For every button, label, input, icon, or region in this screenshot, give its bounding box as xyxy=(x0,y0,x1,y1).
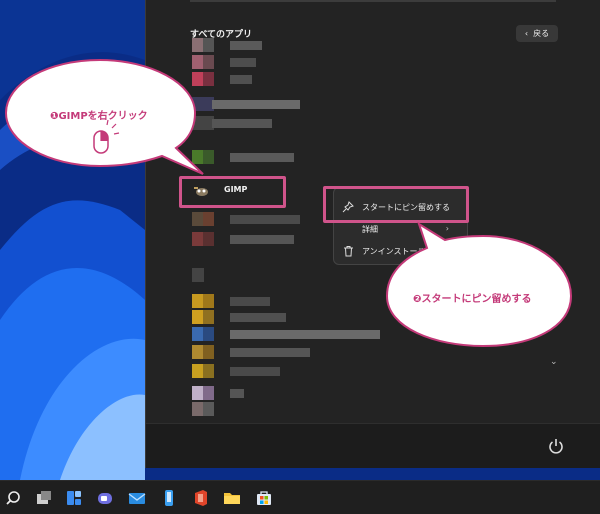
chevron-left-icon: ‹ xyxy=(524,29,529,38)
task-view-icon[interactable] xyxy=(35,489,53,507)
callout-step2: ❷スタートにピン留めする xyxy=(383,221,583,350)
taskbar xyxy=(0,480,600,514)
app-icon xyxy=(192,327,214,341)
callout-step1-text: ❶GIMPを右クリック xyxy=(50,111,148,122)
app-icon xyxy=(192,310,214,324)
app-label xyxy=(230,215,300,224)
phone-link-icon[interactable] xyxy=(160,489,178,507)
app-label xyxy=(230,153,294,162)
chevron-down-icon[interactable]: ⌄ xyxy=(550,357,558,367)
app-icon xyxy=(192,345,214,359)
app-label xyxy=(230,58,256,67)
app-label xyxy=(230,313,286,322)
app-label xyxy=(230,41,262,50)
callout-step1: ❶GIMPを右クリック xyxy=(0,58,210,178)
list-item[interactable] xyxy=(192,294,302,310)
list-item[interactable] xyxy=(192,232,302,248)
app-icon xyxy=(192,294,214,308)
widgets-icon[interactable] xyxy=(65,489,83,507)
start-menu-footer xyxy=(146,423,600,468)
app-icon xyxy=(192,232,214,246)
teams-icon[interactable] xyxy=(96,489,114,507)
list-item[interactable] xyxy=(192,310,302,326)
list-item[interactable] xyxy=(192,268,212,284)
divider xyxy=(190,0,556,2)
mail-icon[interactable] xyxy=(128,489,146,507)
list-item[interactable] xyxy=(192,327,392,343)
app-icon xyxy=(192,364,214,378)
list-item[interactable] xyxy=(192,364,302,380)
pin-highlight-box xyxy=(323,186,469,223)
gimp-highlight-box xyxy=(179,176,286,208)
app-label xyxy=(230,348,310,357)
menu-item-label: 詳細 xyxy=(362,224,378,234)
app-label xyxy=(212,119,272,128)
app-icon xyxy=(192,386,214,400)
list-item[interactable] xyxy=(192,38,272,54)
list-item[interactable] xyxy=(192,386,302,402)
store-icon[interactable] xyxy=(255,489,273,507)
list-item[interactable] xyxy=(192,402,232,418)
app-label xyxy=(230,235,294,244)
trash-icon xyxy=(334,245,362,257)
search-icon[interactable] xyxy=(4,489,22,507)
app-label xyxy=(230,75,252,84)
app-icon xyxy=(192,38,214,52)
office-icon[interactable] xyxy=(192,489,210,507)
app-icon xyxy=(192,268,204,282)
app-label xyxy=(230,297,270,306)
back-button-label: 戻る xyxy=(533,29,550,38)
app-label xyxy=(230,330,380,339)
file-explorer-icon[interactable] xyxy=(223,489,241,507)
list-item[interactable] xyxy=(192,212,302,228)
back-button[interactable]: ‹ 戻る xyxy=(516,25,558,42)
app-icon xyxy=(192,402,214,416)
app-label xyxy=(230,367,280,376)
app-label xyxy=(212,100,300,109)
power-icon[interactable] xyxy=(546,436,566,456)
app-icon xyxy=(192,212,214,226)
callout-step2-text: ❷スタートにピン留めする xyxy=(413,294,532,305)
list-item[interactable] xyxy=(192,345,312,361)
app-label xyxy=(230,389,244,398)
